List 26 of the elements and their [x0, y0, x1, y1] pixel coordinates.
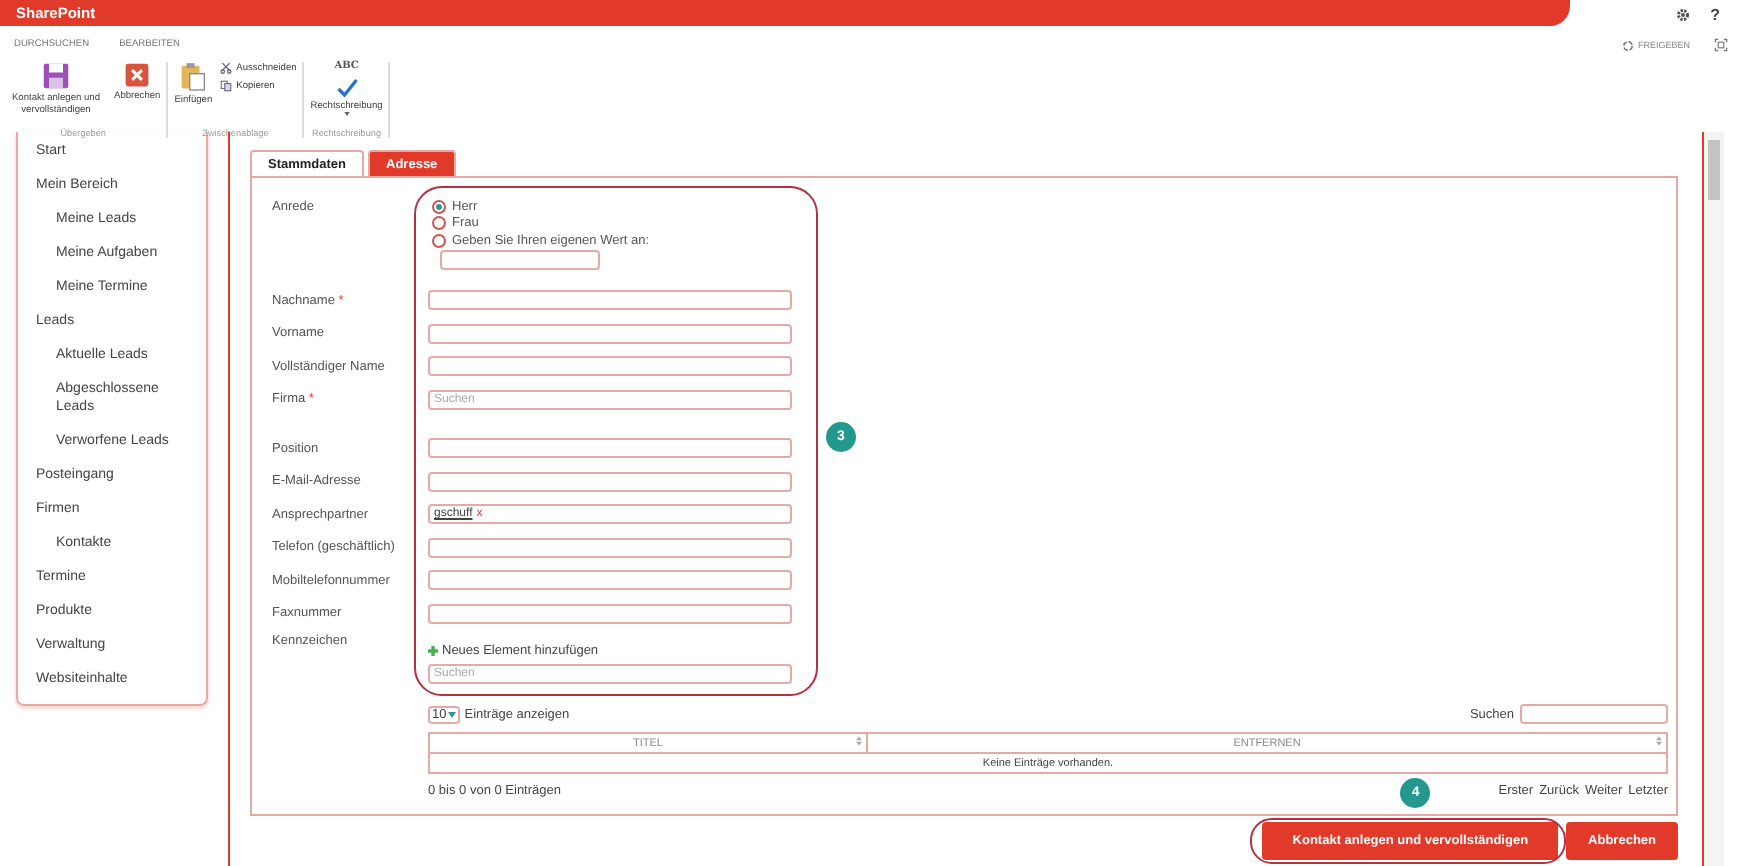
cancel-icon	[124, 62, 151, 88]
input-field[interactable]	[428, 290, 792, 311]
plus-icon	[428, 646, 438, 656]
caret-icon	[343, 112, 350, 116]
clipboard-icon	[180, 62, 207, 92]
input-field[interactable]	[428, 438, 792, 459]
copy-icon	[220, 80, 233, 92]
input-field[interactable]	[428, 537, 792, 558]
input-field[interactable]	[428, 471, 792, 492]
input-field[interactable]	[428, 323, 792, 344]
input-field[interactable]	[440, 249, 600, 270]
focus-icon	[1714, 38, 1728, 52]
help-icon[interactable]: ?	[1710, 6, 1720, 24]
search-field[interactable]	[1520, 704, 1668, 724]
sort-icon	[856, 736, 862, 746]
spellcheck-icon	[334, 73, 359, 97]
sort-icon	[1656, 736, 1662, 746]
input-field[interactable]	[428, 603, 792, 624]
scrollbar[interactable]	[1702, 132, 1724, 866]
settings-icon	[1676, 8, 1691, 22]
caret-icon	[448, 711, 457, 717]
input-field[interactable]	[428, 570, 792, 591]
scissors-icon	[220, 62, 233, 74]
sync-icon	[1621, 39, 1634, 51]
save-icon	[42, 62, 70, 90]
input-field[interactable]	[428, 356, 792, 377]
